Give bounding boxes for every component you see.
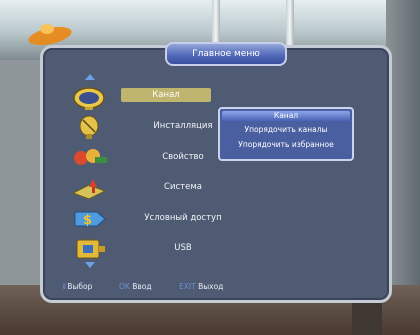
tv-icon — [71, 84, 111, 110]
hint-exit-label: Выход — [198, 282, 224, 291]
submenu-item-sort-favorites[interactable]: Упорядочить избранное — [222, 139, 350, 151]
menu-item-conditional-access[interactable]: $ Условный доступ — [65, 206, 243, 230]
tools-icon — [71, 145, 111, 169]
scroll-down-arrow-icon[interactable] — [85, 262, 95, 268]
menu-item-label: Канал — [121, 88, 211, 102]
satellite-dish-icon — [71, 114, 111, 139]
main-menu-panel: Главное меню Канал Инсталляция Свойство … — [40, 42, 392, 303]
menu-item-channel[interactable]: Канал — [65, 84, 243, 110]
system-icon — [71, 175, 111, 200]
usb-icon — [71, 236, 111, 260]
scroll-up-arrow-icon[interactable] — [85, 74, 95, 80]
channel-submenu: Канал Упорядочить каналы Упорядочить изб… — [218, 107, 354, 161]
footer-hints: ⇕Выбор OK Ввод EXIT Выход — [61, 280, 381, 294]
main-menu-title: Главное меню — [165, 42, 287, 66]
channel-logo-dot — [40, 24, 54, 34]
menu-item-label: Система — [164, 182, 202, 192]
hint-select-label: Выбор — [67, 282, 93, 291]
hint-ok: OK Ввод — [119, 280, 152, 294]
submenu-title: Канал — [222, 111, 350, 121]
hint-select: ⇕Выбор — [61, 280, 92, 294]
menu-item-label: Условный доступ — [144, 213, 222, 223]
menu-item-usb[interactable]: USB — [65, 236, 243, 260]
svg-text:$: $ — [83, 213, 92, 228]
menu-item-label: USB — [174, 243, 192, 253]
card-access-icon: $ — [71, 206, 111, 230]
ok-key: OK — [119, 282, 130, 291]
menu-item-system[interactable]: Система — [65, 175, 243, 200]
submenu-item-sort-channels[interactable]: Упорядочить каналы — [222, 124, 350, 136]
menu-item-installation[interactable]: Инсталляция — [65, 114, 243, 139]
hint-exit: EXIT Выход — [179, 280, 223, 294]
menu-item-properties[interactable]: Свойство — [65, 145, 243, 169]
exit-key: EXIT — [179, 282, 196, 291]
hint-ok-label: Ввод — [132, 282, 152, 291]
